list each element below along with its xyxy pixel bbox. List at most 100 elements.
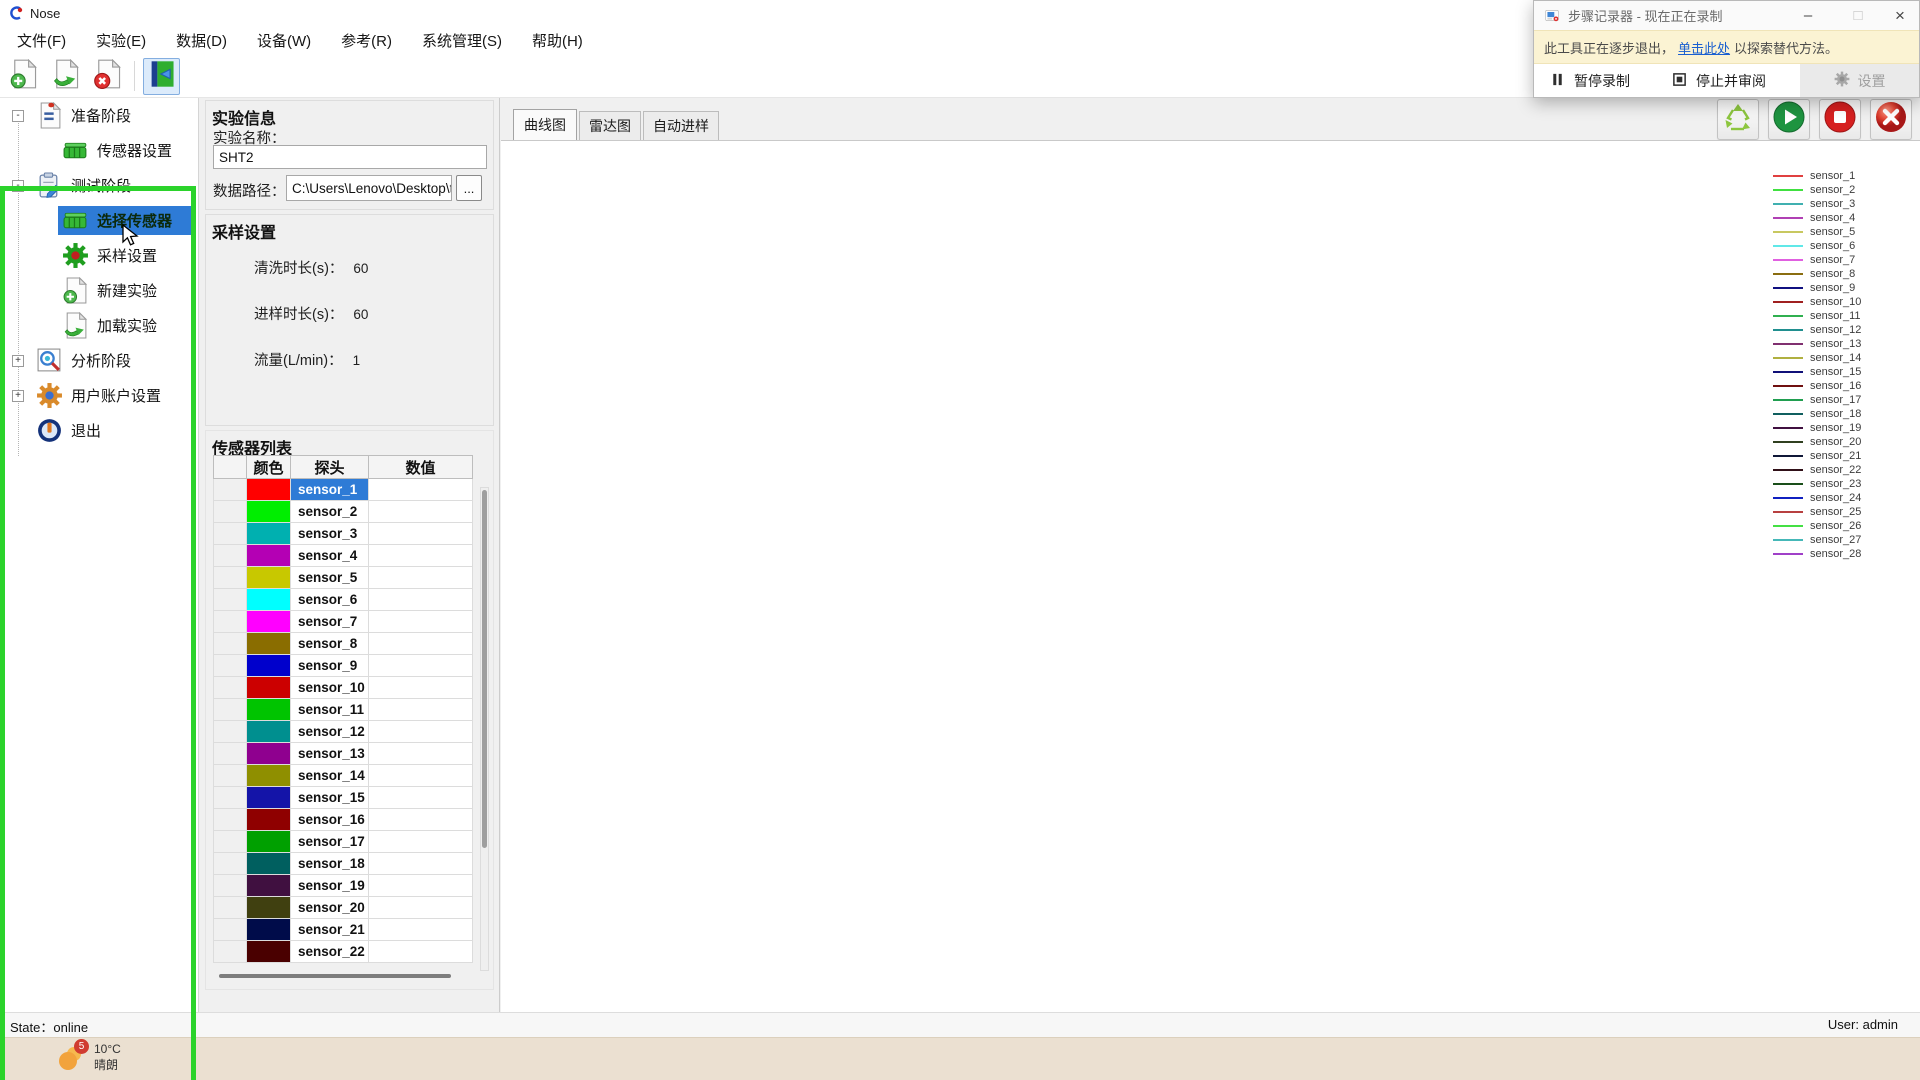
menu-item[interactable]: 帮助(H) [517,26,598,55]
experiment-name-input[interactable]: SHT2 [213,145,487,169]
sun-icon: 5 [55,1042,87,1074]
book-arrow-icon [147,59,177,94]
menu-item[interactable]: 文件(F) [2,26,81,55]
stop-review-button[interactable]: 停止并审阅 [1672,71,1766,91]
sensor-table-vscrollbar[interactable] [480,487,489,971]
sensor-table-hscrollbar[interactable] [213,972,474,981]
sensor-row[interactable]: sensor_10 [213,677,483,699]
sensor-name[interactable]: sensor_12 [291,721,369,743]
sensor-row[interactable]: sensor_1 [213,479,483,501]
tree-item-退出[interactable]: 退出 [0,413,198,448]
tree-item-选择传感器[interactable]: 选择传感器 [0,203,198,238]
stop-button[interactable] [1819,99,1861,140]
tab-雷达图[interactable]: 雷达图 [579,111,641,140]
close-experiment-button[interactable] [89,58,126,95]
sensor-name[interactable]: sensor_15 [291,787,369,809]
color-swatch [247,743,291,765]
minimize-icon[interactable]: – [1793,1,1823,30]
tree-item-传感器设置[interactable]: 传感器设置 [0,133,198,168]
browse-button[interactable]: ... [456,175,482,201]
sensor-name[interactable]: sensor_22 [291,941,369,963]
sensor-name[interactable]: sensor_6 [291,589,369,611]
sensor-name[interactable]: sensor_9 [291,655,369,677]
close-button[interactable] [1870,99,1912,140]
sensor-row[interactable]: sensor_14 [213,765,483,787]
tree-item-测试阶段[interactable]: - 测试阶段 [0,168,198,203]
legend-swatch [1773,483,1803,485]
sensor-name[interactable]: sensor_17 [291,831,369,853]
sensor-name[interactable]: sensor_14 [291,765,369,787]
menu-item[interactable]: 系统管理(S) [407,26,517,55]
sensor-name[interactable]: sensor_10 [291,677,369,699]
sensor-row[interactable]: sensor_5 [213,567,483,589]
column-header[interactable]: 探头 [291,455,369,479]
sensor-row[interactable]: sensor_19 [213,875,483,897]
sensor-row[interactable]: sensor_12 [213,721,483,743]
sensor-row[interactable]: sensor_16 [213,809,483,831]
load-experiment-button[interactable] [47,58,84,95]
tree-item-准备阶段[interactable]: - 准备阶段 [0,98,198,133]
sensor-row[interactable]: sensor_18 [213,853,483,875]
weather-widget[interactable]: 5 10°C晴朗 [55,1042,121,1074]
sensor-row[interactable]: sensor_2 [213,501,483,523]
sensor-name[interactable]: sensor_8 [291,633,369,655]
group-title: 采样设置 [206,215,493,243]
menu-item[interactable]: 数据(D) [161,26,242,55]
tree-item-用户账户设置[interactable]: + 用户账户设置 [0,378,198,413]
sensor-name[interactable]: sensor_20 [291,897,369,919]
sensor-name[interactable]: sensor_7 [291,611,369,633]
alternative-link[interactable]: 单击此处 [1678,38,1730,57]
sensor-value [369,589,473,611]
sensor-row[interactable]: sensor_11 [213,699,483,721]
sensor-name[interactable]: sensor_21 [291,919,369,941]
tree-expander[interactable]: + [12,390,24,402]
legend-item: sensor_20 [1773,435,1861,449]
start-button[interactable] [1768,99,1810,140]
menu-item[interactable]: 设备(W) [242,26,326,55]
sensor-row[interactable]: sensor_20 [213,897,483,919]
status-state: State：online [10,1017,88,1036]
sensor-name[interactable]: sensor_5 [291,567,369,589]
sensor-row[interactable]: sensor_15 [213,787,483,809]
sensor-library-button[interactable] [143,58,180,95]
sensor-row[interactable]: sensor_3 [213,523,483,545]
doc-plus-icon [9,59,39,94]
tree-expander[interactable]: + [12,355,24,367]
tree-item-分析阶段[interactable]: + 分析阶段 [0,343,198,378]
tab-自动进样[interactable]: 自动进样 [643,111,719,140]
sensor-row[interactable]: sensor_4 [213,545,483,567]
pause-record-button[interactable]: 暂停录制 [1550,71,1630,91]
sensor-name[interactable]: sensor_11 [291,699,369,721]
tree-expander[interactable]: - [12,180,24,192]
tree-expander[interactable]: - [12,110,24,122]
sensor-name[interactable]: sensor_1 [291,479,369,501]
close-icon[interactable]: × [1885,1,1915,30]
sensor-name[interactable]: sensor_16 [291,809,369,831]
menu-item[interactable]: 实验(E) [81,26,161,55]
sensor-name[interactable]: sensor_3 [291,523,369,545]
sensor-name[interactable]: sensor_13 [291,743,369,765]
data-path-input[interactable]: C:\Users\Lenovo\Desktop\tes [286,175,452,201]
sensor-name[interactable]: sensor_4 [291,545,369,567]
tree-item-采样设置[interactable]: 采样设置 [0,238,198,273]
legend-item: sensor_24 [1773,491,1861,505]
column-header[interactable]: 数值 [369,455,473,479]
sensor-row[interactable]: sensor_9 [213,655,483,677]
sensor-row[interactable]: sensor_6 [213,589,483,611]
menu-item[interactable]: 参考(R) [326,26,407,55]
sensor-name[interactable]: sensor_19 [291,875,369,897]
tree-item-新建实验[interactable]: 新建实验 [0,273,198,308]
sensor-row[interactable]: sensor_21 [213,919,483,941]
sensor-name[interactable]: sensor_18 [291,853,369,875]
refresh-button[interactable] [1717,99,1759,140]
column-header[interactable]: 颜色 [247,455,291,479]
sensor-row[interactable]: sensor_13 [213,743,483,765]
sensor-row[interactable]: sensor_7 [213,611,483,633]
sensor-row[interactable]: sensor_17 [213,831,483,853]
sensor-row[interactable]: sensor_22 [213,941,483,963]
sensor-name[interactable]: sensor_2 [291,501,369,523]
tab-曲线图[interactable]: 曲线图 [513,109,577,140]
new-experiment-button[interactable] [5,58,42,95]
tree-item-加载实验[interactable]: 加载实验 [0,308,198,343]
sensor-row[interactable]: sensor_8 [213,633,483,655]
